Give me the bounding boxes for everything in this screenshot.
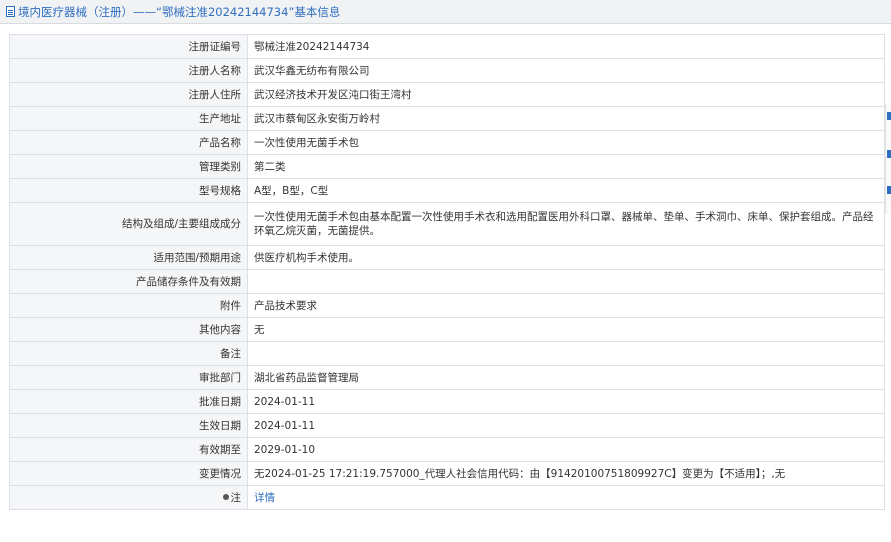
table-row: 注册人住所 武汉经济技术开发区沌口街王湾村 — [9, 82, 885, 107]
row-label: 注册证编号 — [9, 34, 248, 59]
row-value — [247, 269, 885, 294]
row-value: A型，B型，C型 — [247, 178, 885, 203]
info-table: 注册证编号 鄂械注准20242144734 注册人名称 武汉华鑫无纺布有限公司 … — [9, 34, 885, 510]
table-row: 型号规格 A型，B型，C型 — [9, 178, 885, 203]
row-label: 注册人住所 — [9, 82, 248, 107]
row-label: 生产地址 — [9, 106, 248, 131]
table-row: 变更情况 无2024-01-25 17:21:19.757000_代理人社会信用… — [9, 461, 885, 486]
table-row: 结构及组成/主要组成成分 一次性使用无菌手术包由基本配置一次性使用手术衣和选用配… — [9, 202, 885, 246]
row-label: 结构及组成/主要组成成分 — [9, 202, 248, 246]
table-row: 备注 — [9, 341, 885, 366]
row-label: 批准日期 — [9, 389, 248, 414]
row-value: 无2024-01-25 17:21:19.757000_代理人社会信用代码：由【… — [247, 461, 885, 486]
page-title: 境内医疗器械（注册）——“鄂械注准20242144734”基本信息 — [18, 4, 341, 19]
row-label: 注册人名称 — [9, 58, 248, 83]
document-icon — [6, 6, 15, 17]
details-link[interactable]: 详情 — [254, 492, 275, 504]
table-row: 产品名称 一次性使用无菌手术包 — [9, 130, 885, 155]
table-row: 其他内容 无 — [9, 317, 885, 342]
page-header: 境内医疗器械（注册）——“鄂械注准20242144734”基本信息 — [0, 0, 891, 24]
row-value: 武汉经济技术开发区沌口街王湾村 — [247, 82, 885, 107]
row-value: 一次性使用无菌手术包 — [247, 130, 885, 155]
table-row: 有效期至 2029-01-10 — [9, 437, 885, 462]
table-row: 生效日期 2024-01-11 — [9, 413, 885, 438]
row-value: 2024-01-11 — [247, 413, 885, 438]
row-value: 2029-01-10 — [247, 437, 885, 462]
row-value: 供医疗机构手术使用。 — [247, 245, 885, 270]
table-row: 审批部门 湖北省药品监督管理局 — [9, 365, 885, 390]
row-label: 附件 — [9, 293, 248, 318]
table-row: 批准日期 2024-01-11 — [9, 389, 885, 414]
side-tool-icon[interactable] — [887, 150, 891, 158]
side-toolbar — [885, 104, 891, 214]
location-pin-icon — [222, 493, 229, 500]
row-label: 型号规格 — [9, 178, 248, 203]
table-row: 产品储存条件及有效期 — [9, 269, 885, 294]
remark-label: 注 — [230, 491, 242, 504]
row-label: 审批部门 — [9, 365, 248, 390]
row-value: 无 — [247, 317, 885, 342]
row-value: 武汉市蔡甸区永安街万岭村 — [247, 106, 885, 131]
row-label: 有效期至 — [9, 437, 248, 462]
row-value: 湖北省药品监督管理局 — [247, 365, 885, 390]
row-label: 备注 — [9, 341, 248, 366]
side-tool-icon[interactable] — [887, 112, 891, 120]
table-row: 生产地址 武汉市蔡甸区永安街万岭村 — [9, 106, 885, 131]
table-row: 注册证编号 鄂械注准20242144734 — [9, 34, 885, 59]
row-label: 产品储存条件及有效期 — [9, 269, 248, 294]
table-row: 注册人名称 武汉华鑫无纺布有限公司 — [9, 58, 885, 83]
row-label: 适用范围/预期用途 — [9, 245, 248, 270]
row-label: 管理类别 — [9, 154, 248, 179]
row-value: 第二类 — [247, 154, 885, 179]
row-value: 产品技术要求 — [247, 293, 885, 318]
table-row: 附件 产品技术要求 — [9, 293, 885, 318]
row-label: 变更情况 — [9, 461, 248, 486]
row-label: 其他内容 — [9, 317, 248, 342]
row-value: 鄂械注准20242144734 — [247, 34, 885, 59]
remark-value-cell: 详情 — [247, 485, 885, 510]
side-tool-icon[interactable] — [887, 186, 891, 194]
remark-label-cell: 注 — [9, 485, 248, 510]
table-row: 管理类别 第二类 — [9, 154, 885, 179]
row-value — [247, 341, 885, 366]
table-row: 适用范围/预期用途 供医疗机构手术使用。 — [9, 245, 885, 270]
row-value: 一次性使用无菌手术包由基本配置一次性使用手术衣和选用配置医用外科口罩、器械单、垫… — [247, 202, 885, 246]
row-label: 产品名称 — [9, 130, 248, 155]
table-row: 注 详情 — [9, 485, 885, 510]
row-value: 2024-01-11 — [247, 389, 885, 414]
row-value: 武汉华鑫无纺布有限公司 — [247, 58, 885, 83]
row-label: 生效日期 — [9, 413, 248, 438]
